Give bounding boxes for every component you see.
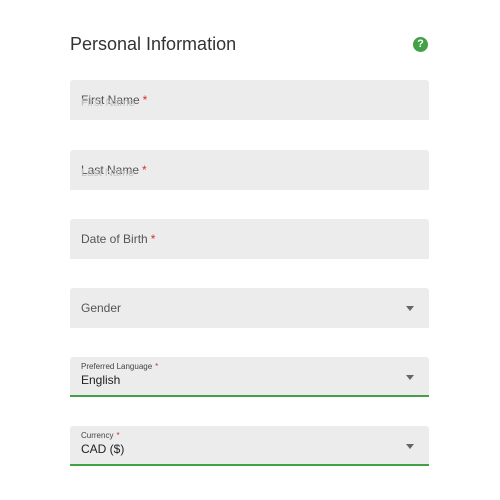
- chevron-down-icon[interactable]: [406, 375, 414, 380]
- form-title: Personal Information: [70, 34, 237, 54]
- first-name-field[interactable]: First Name * First Name: [70, 80, 429, 120]
- required-marker: *: [142, 93, 148, 107]
- currency-select[interactable]: Currency * CAD ($): [70, 426, 429, 466]
- currency-value: CAD ($): [81, 442, 125, 456]
- preferred-language-label: Preferred Language *: [81, 362, 159, 371]
- chevron-down-icon[interactable]: [406, 306, 414, 311]
- required-marker: *: [116, 431, 120, 440]
- preferred-language-value: English: [81, 373, 121, 387]
- date-of-birth-field[interactable]: Date of Birth *: [70, 219, 429, 259]
- first-name-label: First Name *: [81, 93, 148, 107]
- required-marker: *: [142, 163, 147, 177]
- last-name-field[interactable]: Last Name * Last Name: [70, 150, 429, 190]
- gender-label: Gender: [81, 301, 122, 315]
- personal-information-form: Personal Information ? First Name * First…: [0, 0, 500, 500]
- chevron-down-icon[interactable]: [406, 444, 414, 449]
- required-marker: *: [155, 362, 159, 371]
- gender-select[interactable]: Gender: [70, 288, 429, 328]
- help-icon[interactable]: ?: [413, 37, 428, 52]
- last-name-label: Last Name *: [81, 163, 147, 177]
- currency-label: Currency *: [81, 431, 120, 440]
- required-marker: *: [150, 232, 156, 246]
- preferred-language-select[interactable]: Preferred Language * English: [70, 357, 429, 397]
- date-of-birth-label: Date of Birth *: [81, 232, 156, 246]
